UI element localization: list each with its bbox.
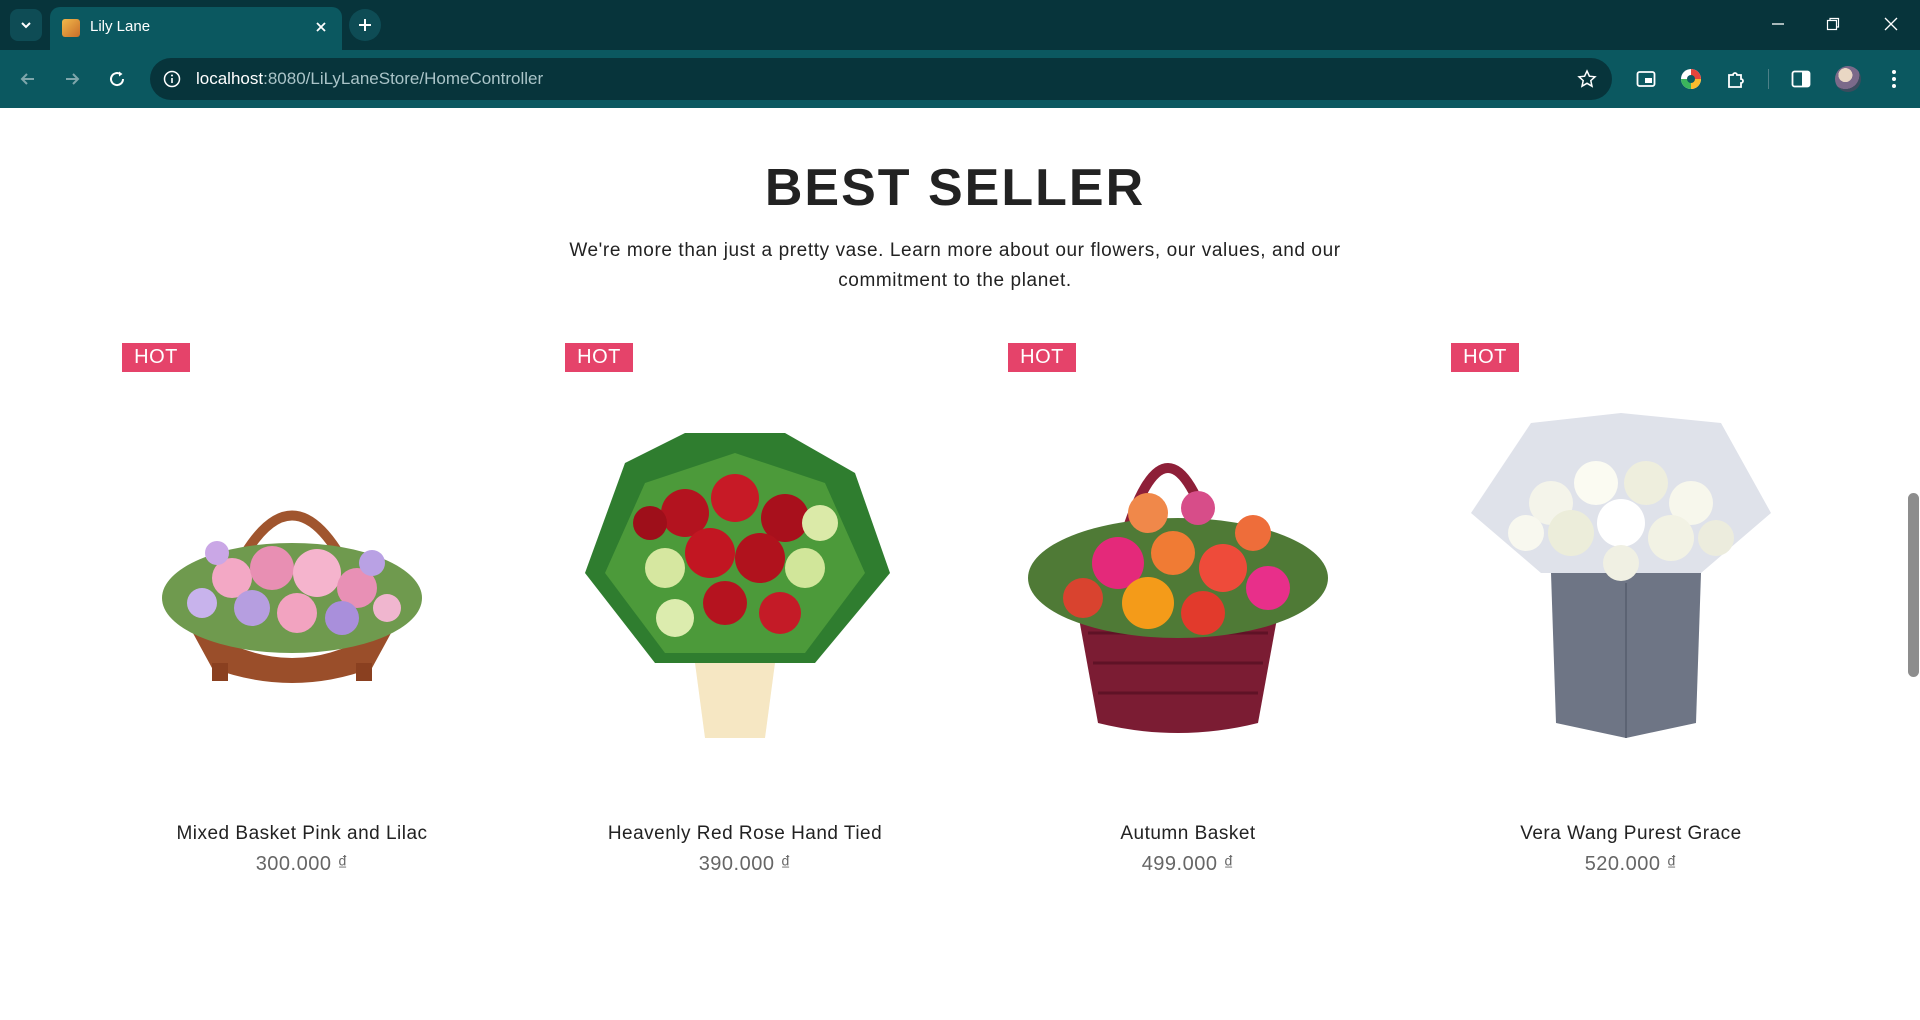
star-icon: [1577, 69, 1597, 88]
product-price: 300.000 ₫: [255, 853, 349, 875]
arrow-left-icon: [20, 73, 34, 85]
product-price: 390.000 ₫: [698, 853, 792, 875]
product-card[interactable]: HOT Autumn Basket 499.000 ₫: [1008, 343, 1368, 893]
puzzle-icon: [1728, 72, 1744, 88]
product-card[interactable]: HOT Vera Wang Purest Grace 520.000 ₫: [1451, 343, 1811, 893]
side-panel-icon: [1791, 70, 1811, 88]
arrow-right-icon: [66, 73, 80, 85]
tab-search-button[interactable]: [10, 9, 42, 41]
minimize-button[interactable]: [1755, 8, 1801, 40]
hot-badge: HOT: [122, 343, 190, 372]
more-vertical-icon: [1892, 70, 1896, 88]
side-panel-button[interactable]: [1787, 65, 1815, 93]
toolbar-divider: [1768, 69, 1769, 89]
cast-button[interactable]: [1632, 65, 1660, 93]
product-image-red-rose-hand-tied[interactable]: [565, 403, 905, 743]
url-text: localhost:8080/LiLyLaneStore/HomeControl…: [196, 69, 543, 89]
product-name[interactable]: Mixed Basket Pink and Lilac: [102, 823, 502, 845]
picture-in-picture-icon: [1636, 71, 1656, 87]
scrollbar-thumb[interactable]: [1908, 493, 1919, 677]
extension-color-button[interactable]: [1677, 65, 1705, 93]
browser-toolbar: localhost:8080/LiLyLaneStore/HomeControl…: [0, 50, 1920, 108]
bookmark-star-button[interactable]: [1576, 68, 1598, 90]
hot-badge: HOT: [1008, 343, 1076, 372]
product-name[interactable]: Autumn Basket: [988, 823, 1388, 845]
extensions-button[interactable]: [1722, 65, 1750, 93]
profile-avatar[interactable]: [1835, 66, 1861, 92]
new-tab-button[interactable]: [349, 9, 381, 41]
product-image-vera-wang-purest-grace[interactable]: [1451, 403, 1791, 743]
forward-button[interactable]: [56, 63, 88, 95]
site-favicon-icon: [62, 19, 80, 37]
url-host: localhost: [196, 69, 264, 88]
back-button[interactable]: [12, 63, 44, 95]
product-price: 520.000 ₫: [1584, 853, 1678, 875]
close-icon: [1884, 17, 1898, 31]
restore-icon: [1826, 17, 1840, 31]
close-window-button[interactable]: [1868, 8, 1914, 40]
site-info-icon[interactable]: [162, 69, 182, 89]
product-card[interactable]: HOT Mixed Basket Pink and Lilac 300.000 …: [122, 343, 482, 893]
minimize-icon: [1772, 23, 1784, 25]
product-card[interactable]: HOT Heavenly Red Rose Hand Tied 390.000 …: [565, 343, 925, 893]
info-icon: [163, 70, 181, 88]
restore-button[interactable]: [1810, 8, 1856, 40]
section-title: BEST SELLER: [764, 159, 1146, 217]
hot-badge: HOT: [565, 343, 633, 372]
product-image-autumn-basket[interactable]: [1008, 403, 1348, 743]
browser-menu-button[interactable]: [1880, 65, 1908, 93]
hot-badge: HOT: [1451, 343, 1519, 372]
reload-button[interactable]: [101, 63, 133, 95]
color-extension-icon: [1681, 69, 1701, 89]
plus-icon: [359, 19, 371, 31]
product-price: 499.000 ₫: [1141, 853, 1235, 875]
product-image-basket-pink-lilac[interactable]: [122, 403, 462, 743]
url-path: :8080/LiLyLaneStore/HomeController: [263, 69, 544, 88]
section-subtitle: We're more than just a pretty vase. Lear…: [569, 240, 1341, 291]
browser-tab-bar: Lily Lane: [0, 0, 1920, 50]
tab-title: Lily Lane: [90, 18, 151, 35]
browser-tab-active[interactable]: Lily Lane: [50, 7, 342, 50]
chevron-down-icon: [21, 22, 31, 29]
address-bar[interactable]: localhost:8080/LiLyLaneStore/HomeControl…: [150, 58, 1612, 100]
product-name[interactable]: Heavenly Red Rose Hand Tied: [545, 823, 945, 845]
reload-icon: [110, 71, 125, 87]
page-content: BEST SELLER We're more than just a prett…: [0, 108, 1920, 1020]
close-icon: [316, 22, 326, 32]
product-name[interactable]: Vera Wang Purest Grace: [1431, 823, 1831, 845]
tab-close-button[interactable]: [310, 16, 332, 38]
